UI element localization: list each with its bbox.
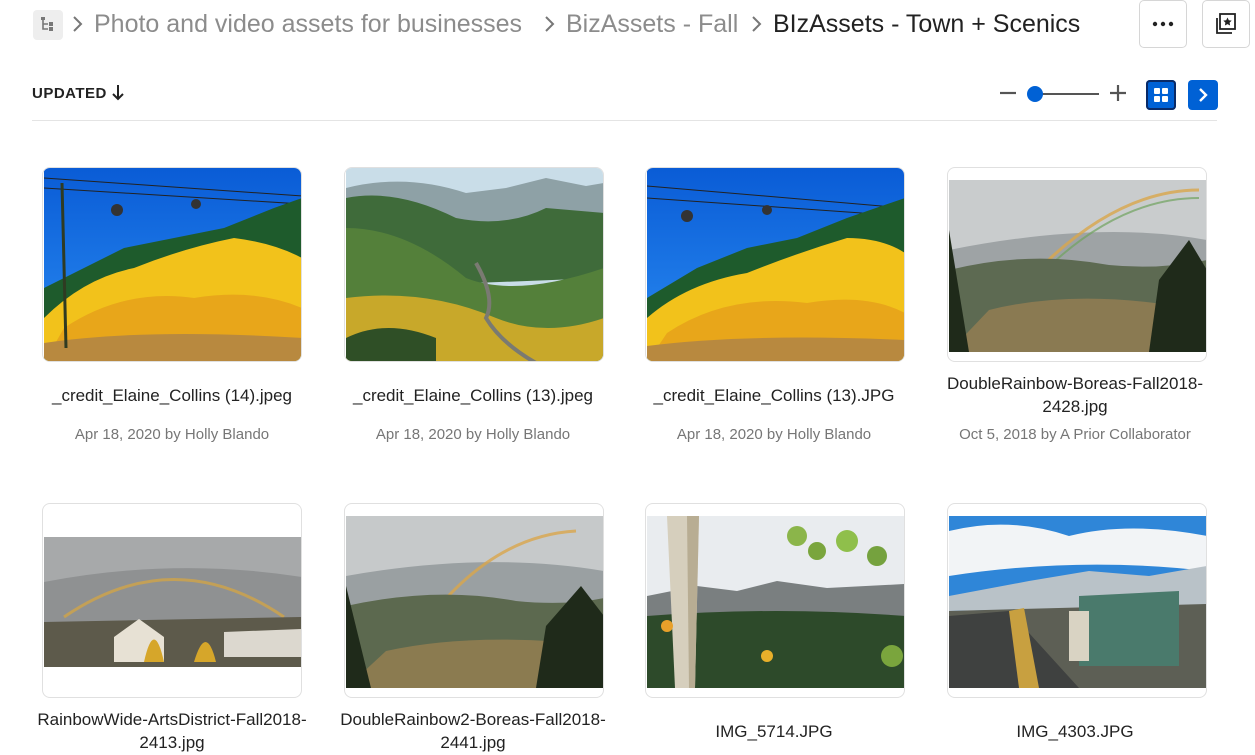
folder-tree-button[interactable] (33, 10, 63, 40)
thumbnail-image (44, 168, 301, 361)
thumbnail-image (44, 537, 301, 667)
more-options-button[interactable] (1139, 0, 1187, 48)
file-card[interactable] (344, 503, 604, 698)
file-card[interactable] (42, 503, 302, 698)
file-card[interactable] (42, 167, 302, 362)
file-name[interactable]: IMG_5714.JPG (624, 720, 924, 743)
grid-view-button[interactable] (1146, 80, 1176, 110)
zoom-in-icon[interactable] (1108, 83, 1128, 103)
breadcrumb-item[interactable]: Photo and video assets for businesses (94, 8, 522, 40)
open-sidebar-button[interactable] (1188, 80, 1218, 110)
zoom-slider-handle[interactable] (1027, 86, 1043, 102)
file-card[interactable] (645, 167, 905, 362)
toolbar-divider (32, 120, 1217, 121)
zoom-slider-track[interactable] (1035, 93, 1099, 95)
file-meta: Oct 5, 2018 by A Prior Collaborator (959, 426, 1191, 443)
collections-button[interactable] (1202, 0, 1250, 48)
breadcrumb-separator-icon (71, 14, 85, 34)
breadcrumb-separator-icon (543, 14, 557, 34)
file-name[interactable]: RainbowWide-ArtsDistrict-Fall2018-2413.j… (22, 708, 322, 754)
file-card[interactable] (344, 167, 604, 362)
file-name[interactable]: DoubleRainbow-Boreas-Fall2018-2428.jpg (925, 372, 1225, 418)
file-name[interactable]: DoubleRainbow2-Boreas-Fall2018-2441.jpg (323, 708, 623, 754)
more-options-icon (1152, 21, 1174, 27)
breadcrumb-separator-icon (750, 14, 764, 34)
chevron-right-icon (1196, 87, 1210, 103)
page-title: BIzAssets - Town + Scenics (773, 10, 1081, 38)
collections-icon (1215, 13, 1237, 35)
file-name[interactable]: IMG_4303.JPG (925, 720, 1225, 743)
zoom-out-icon[interactable] (998, 83, 1018, 103)
sort-by-updated-button[interactable]: UPDATED (32, 85, 107, 102)
file-meta: Apr 18, 2020 by Holly Blando (375, 426, 571, 443)
grid-view-icon (1153, 87, 1169, 103)
file-name[interactable]: _credit_Elaine_Collins (13).jpeg (323, 384, 623, 407)
file-meta: Apr 18, 2020 by Holly Blando (676, 426, 872, 443)
thumbnail-image (647, 516, 904, 688)
file-card[interactable] (645, 503, 905, 698)
thumbnail-image (949, 180, 1206, 352)
thumbnail-image (346, 516, 603, 688)
file-name[interactable]: _credit_Elaine_Collins (13).JPG (624, 384, 924, 407)
thumbnail-image (949, 516, 1206, 688)
folder-tree-icon (40, 17, 56, 33)
file-card[interactable] (947, 167, 1207, 362)
breadcrumb-item[interactable]: BizAssets - Fall (566, 8, 738, 40)
file-card[interactable] (947, 503, 1207, 698)
thumbnail-image (647, 168, 904, 361)
file-name[interactable]: _credit_Elaine_Collins (14).jpeg (22, 384, 322, 407)
thumbnail-image (346, 168, 603, 361)
file-meta: Apr 18, 2020 by Holly Blando (74, 426, 270, 443)
sort-descending-icon (111, 84, 125, 102)
